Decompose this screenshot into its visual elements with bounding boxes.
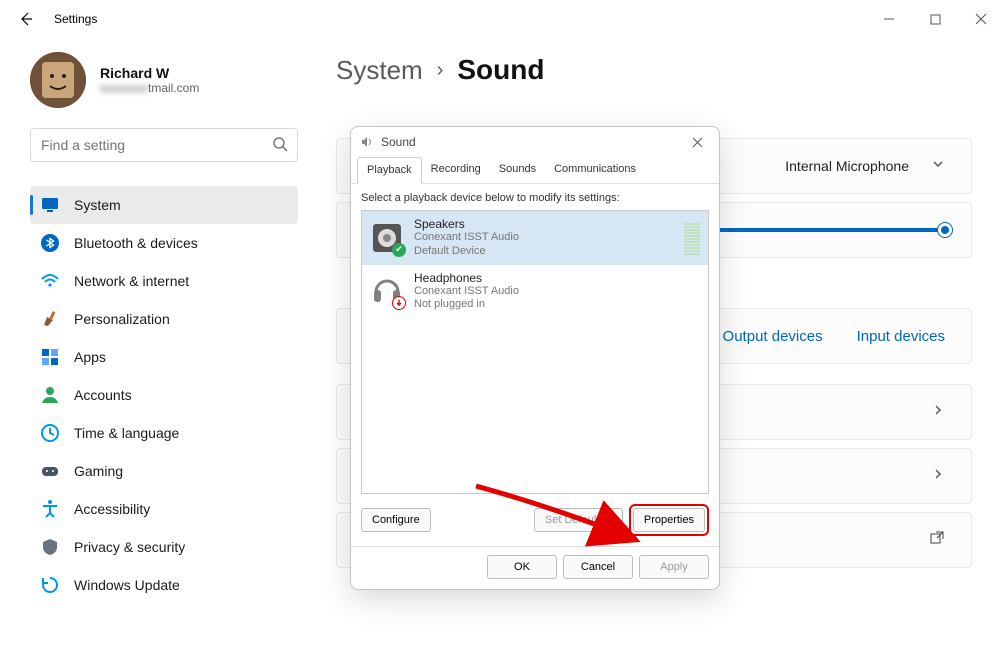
close-button[interactable] bbox=[958, 3, 1004, 35]
clock-icon bbox=[40, 423, 60, 443]
speaker-icon bbox=[359, 134, 375, 150]
device-name: Speakers bbox=[414, 217, 519, 231]
chevron-down-icon bbox=[931, 157, 945, 176]
search-box bbox=[30, 128, 298, 162]
sidebar-item-label: System bbox=[74, 197, 121, 213]
dialog-footer: OK Cancel Apply bbox=[351, 546, 719, 589]
bluetooth-icon bbox=[40, 233, 60, 253]
level-meter bbox=[684, 221, 700, 255]
account-name: Richard W bbox=[100, 65, 199, 81]
device-icon: ✔ bbox=[370, 221, 404, 255]
sidebar-item-label: Bluetooth & devices bbox=[74, 235, 198, 251]
account-block[interactable]: Richard W xxxxxxxxtmail.com bbox=[30, 52, 298, 108]
device-row[interactable]: Headphones Conexant ISST AudioNot plugge… bbox=[362, 265, 708, 319]
dialog-close-button[interactable] bbox=[683, 131, 711, 153]
chevron-right-icon: › bbox=[437, 59, 444, 82]
sidebar-item-windows-update[interactable]: Windows Update bbox=[30, 566, 298, 604]
sidebar-item-apps[interactable]: Apps bbox=[30, 338, 298, 376]
sidebar-item-label: Accounts bbox=[74, 387, 132, 403]
sidebar-item-accessibility[interactable]: Accessibility bbox=[30, 490, 298, 528]
output-devices-link[interactable]: Output devices bbox=[723, 328, 823, 345]
sidebar-item-network-internet[interactable]: Network & internet bbox=[30, 262, 298, 300]
apply-button: Apply bbox=[639, 555, 709, 579]
dialog-instruction: Select a playback device below to modify… bbox=[361, 192, 709, 204]
tab-sounds[interactable]: Sounds bbox=[490, 157, 545, 183]
person-icon bbox=[40, 385, 60, 405]
sidebar-item-label: Apps bbox=[74, 349, 106, 365]
sidebar: Richard W xxxxxxxxtmail.com System Blueto… bbox=[0, 38, 312, 659]
breadcrumb-parent[interactable]: System bbox=[336, 55, 423, 86]
open-external-icon bbox=[929, 530, 945, 551]
sidebar-item-label: Personalization bbox=[74, 311, 170, 327]
dialog-tabs: PlaybackRecordingSoundsCommunications bbox=[351, 157, 719, 184]
brush-icon bbox=[40, 309, 60, 329]
maximize-button[interactable] bbox=[912, 3, 958, 35]
avatar bbox=[30, 52, 86, 108]
cancel-button[interactable]: Cancel bbox=[563, 555, 633, 579]
sidebar-item-personalization[interactable]: Personalization bbox=[30, 300, 298, 338]
chevron-right-icon bbox=[931, 403, 945, 422]
sidebar-item-label: Accessibility bbox=[74, 501, 150, 517]
window-controls bbox=[866, 3, 1004, 35]
input-devices-link[interactable]: Input devices bbox=[857, 328, 945, 345]
device-row[interactable]: ✔ Speakers Conexant ISST AudioDefault De… bbox=[362, 211, 708, 265]
sidebar-item-gaming[interactable]: Gaming bbox=[30, 452, 298, 490]
properties-button[interactable]: Properties bbox=[633, 508, 705, 532]
search-icon bbox=[272, 136, 288, 157]
tab-playback[interactable]: Playback bbox=[357, 157, 422, 184]
shield-icon bbox=[40, 537, 60, 557]
sidebar-item-system[interactable]: System bbox=[30, 186, 298, 224]
sidebar-item-label: Windows Update bbox=[74, 577, 180, 593]
breadcrumb: System › Sound bbox=[336, 54, 972, 86]
back-arrow-icon bbox=[18, 11, 34, 27]
configure-button[interactable]: Configure bbox=[361, 508, 431, 532]
minimize-icon bbox=[883, 13, 895, 25]
sidebar-item-label: Time & language bbox=[74, 425, 179, 441]
gaming-icon bbox=[40, 461, 60, 481]
device-sub: Conexant ISST AudioDefault Device bbox=[414, 231, 519, 259]
tab-recording[interactable]: Recording bbox=[422, 157, 490, 183]
back-button[interactable] bbox=[12, 5, 40, 33]
accessibility-icon bbox=[40, 499, 60, 519]
sidebar-item-privacy-security[interactable]: Privacy & security bbox=[30, 528, 298, 566]
chevron-right-icon bbox=[931, 467, 945, 486]
page-title: Sound bbox=[457, 54, 544, 86]
search-input[interactable] bbox=[30, 128, 298, 162]
sound-dialog: Sound PlaybackRecordingSoundsCommunicati… bbox=[350, 126, 720, 590]
sidebar-item-label: Gaming bbox=[74, 463, 123, 479]
dialog-titlebar: Sound bbox=[351, 127, 719, 157]
tab-communications[interactable]: Communications bbox=[545, 157, 645, 183]
device-sub: Conexant ISST AudioNot plugged in bbox=[414, 285, 519, 313]
device-icon bbox=[370, 274, 404, 308]
close-icon bbox=[975, 13, 987, 25]
ok-button[interactable]: OK bbox=[487, 555, 557, 579]
sidebar-item-label: Privacy & security bbox=[74, 539, 185, 555]
app-title: Settings bbox=[54, 12, 97, 26]
minimize-button[interactable] bbox=[866, 3, 912, 35]
maximize-icon bbox=[930, 14, 941, 25]
dialog-title: Sound bbox=[381, 135, 416, 149]
sidebar-item-time-language[interactable]: Time & language bbox=[30, 414, 298, 452]
chevron-down-icon: ▾ bbox=[612, 514, 618, 527]
apps-icon bbox=[40, 347, 60, 367]
update-icon bbox=[40, 575, 60, 595]
monitor-icon bbox=[40, 195, 60, 215]
annotation-highlight: Properties bbox=[629, 504, 709, 536]
sidebar-item-bluetooth-devices[interactable]: Bluetooth & devices bbox=[30, 224, 298, 262]
account-email: xxxxxxxxtmail.com bbox=[100, 81, 199, 95]
set-default-button: Set Default▾ bbox=[534, 508, 623, 532]
titlebar: Settings bbox=[0, 0, 1004, 38]
sidebar-item-accounts[interactable]: Accounts bbox=[30, 376, 298, 414]
nav-list: System Bluetooth & devices Network & inter… bbox=[30, 186, 298, 604]
wifi-icon bbox=[40, 271, 60, 291]
device-list[interactable]: ✔ Speakers Conexant ISST AudioDefault De… bbox=[361, 210, 709, 494]
sidebar-item-label: Network & internet bbox=[74, 273, 189, 289]
input-dropdown-label: Internal Microphone bbox=[785, 158, 909, 174]
device-name: Headphones bbox=[414, 271, 519, 285]
